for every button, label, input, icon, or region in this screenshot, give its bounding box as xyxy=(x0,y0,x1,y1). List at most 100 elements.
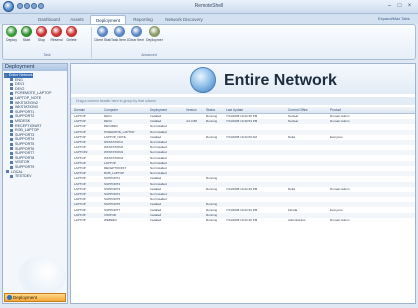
computer-icon xyxy=(10,96,13,100)
stop-icon xyxy=(36,26,47,37)
computer-icon xyxy=(10,174,13,178)
task-item-log-file-button[interactable]: Task Item Log File xyxy=(111,26,128,42)
table-cell-domain: LAPTOP xyxy=(74,218,86,222)
table-cell-deployment: Installed xyxy=(150,218,162,222)
clear-item-log-file-icon xyxy=(131,26,142,37)
ribbon-separator xyxy=(91,27,92,58)
tree-node-label: WKSTATION3 xyxy=(15,105,38,110)
tree-node-label: LAPTOP_NOTE xyxy=(15,96,42,100)
computer-icon xyxy=(10,128,13,132)
tab-dashboard[interactable]: Dashboard xyxy=(34,15,64,24)
table-cell-current-office: Administrator xyxy=(288,218,306,222)
ribbon-button-label: Stop xyxy=(37,38,46,42)
table-row[interactable]: LAPTOP WEBDEV Installed Running 7/14/2008 10… xyxy=(71,218,415,223)
deploy-button[interactable]: Deploy xyxy=(4,26,19,42)
deployment-package-icon xyxy=(149,26,160,37)
ribbon-button-label: Clear Item Log File xyxy=(128,38,145,42)
tab-deployment[interactable]: Deployment xyxy=(90,15,126,24)
app-menu-button[interactable] xyxy=(3,1,14,12)
group-by-bar[interactable]: Drag a column header here to group by th… xyxy=(71,97,415,105)
deploy-icon xyxy=(6,26,17,37)
deployment-nav-button[interactable]: Deployment xyxy=(4,293,66,302)
task-item-log-file-icon xyxy=(114,26,125,37)
tree-node-label: ENG xyxy=(15,77,23,82)
tree-node-label: PCREMOTE_LAPTOP xyxy=(15,91,52,96)
computer-icon xyxy=(10,105,13,109)
network-graphic xyxy=(18,256,66,296)
column-header-deployment[interactable]: Deployment xyxy=(150,107,184,113)
computer-icon xyxy=(10,151,13,155)
tree-node-label: RECEPTIONIST xyxy=(15,123,42,128)
start-button[interactable]: Start xyxy=(19,26,34,42)
start-icon xyxy=(21,26,32,37)
deployment-package-button[interactable]: Deployment Package xyxy=(146,26,163,42)
tree-node-label: SUPPORT8 xyxy=(15,155,35,160)
tab-reporting[interactable]: Reporting xyxy=(128,15,158,24)
computer-icon xyxy=(10,165,13,169)
tree-node-label: DEV1 xyxy=(15,82,25,87)
computer-icon xyxy=(10,87,13,91)
table-cell-computer: WEBDEV xyxy=(104,218,118,222)
column-header-version[interactable]: Version xyxy=(186,107,204,113)
computer-icon xyxy=(10,147,13,151)
quick-access-forward-icon[interactable] xyxy=(24,3,30,9)
tree-node-label: SUPPORT6 xyxy=(15,146,35,151)
quick-access-settings-icon[interactable] xyxy=(38,3,44,9)
stop-button[interactable]: Stop xyxy=(34,26,49,42)
ribbon-button-label: Task Item Log File xyxy=(111,38,128,42)
tree-node-label: DEV2 xyxy=(15,86,25,91)
ribbon-group-task-label: Task xyxy=(43,53,51,57)
computer-icon xyxy=(10,114,13,118)
computer-icon xyxy=(10,137,13,141)
left-panel-title: Deployment xyxy=(3,64,67,71)
computer-icon xyxy=(10,119,13,123)
network-globe-icon xyxy=(190,67,216,93)
table-cell-status: Running xyxy=(206,218,218,222)
tree-node-label: Entire Network xyxy=(9,73,33,77)
delete-button[interactable]: Delete xyxy=(64,26,79,42)
tree-node-label: SUPPORT1 xyxy=(15,109,35,114)
tree-node-label: ROB_LAPTOP xyxy=(15,128,39,133)
column-header-product[interactable]: Product xyxy=(330,107,400,113)
client-status-button[interactable]: Client Status xyxy=(94,26,111,42)
computer-icon xyxy=(10,110,13,114)
column-header-current-office[interactable]: Current Office xyxy=(288,107,328,113)
tree-node-label: WKSTATION2 xyxy=(15,100,38,105)
close-icon[interactable]: × xyxy=(405,2,414,10)
deployment-icon xyxy=(7,295,12,300)
computer-icon xyxy=(10,133,13,137)
tree-node-label: SUPPORT4 xyxy=(15,137,35,142)
computer-icon xyxy=(10,156,13,160)
maximize-icon[interactable]: □ xyxy=(395,2,404,10)
window-title: RemoteShell xyxy=(194,3,224,9)
delete-icon xyxy=(66,26,77,37)
tree-node-label: MSDESK xyxy=(15,119,31,123)
ribbon-button-label: Start xyxy=(22,38,31,42)
ribbon-button-label: Resend xyxy=(50,38,63,42)
quick-access-back-icon[interactable] xyxy=(17,3,23,9)
client-status-icon xyxy=(97,26,108,37)
tree-node[interactable]: TESTDEV xyxy=(10,174,32,179)
tree-node-label: LOCAL xyxy=(11,169,23,174)
tree-node-label: SUPPORT5 xyxy=(15,142,35,146)
resend-icon xyxy=(51,26,62,37)
clear-item-log-file-button[interactable]: Clear Item Log File xyxy=(128,26,145,42)
computer-icon xyxy=(10,78,13,82)
ribbon-group-advanced-label: Advanced xyxy=(141,53,157,57)
ribbon-button-label: Client Status xyxy=(94,38,111,42)
page-title: Entire Network xyxy=(224,72,337,89)
tab-assets[interactable]: Assets xyxy=(66,15,88,24)
resend-button[interactable]: Resend xyxy=(49,26,64,42)
column-header-computer[interactable]: Computer xyxy=(104,107,148,113)
tab-network-discovery[interactable]: Network Discovery xyxy=(160,15,208,24)
tree-node-label: SUPPORT7 xyxy=(15,151,35,156)
column-header-last-update[interactable]: Last Update xyxy=(226,107,286,113)
tree-node-label: VISITOR xyxy=(15,160,30,165)
minimize-icon[interactable]: – xyxy=(385,2,394,10)
computer-icon xyxy=(10,101,13,105)
expand-tabs-link[interactable]: Expand/Max Tabs xyxy=(378,16,416,21)
computer-icon xyxy=(10,82,13,86)
quick-access-refresh-icon[interactable] xyxy=(31,3,37,9)
column-header-domain[interactable]: Domain xyxy=(74,107,102,113)
column-header-status[interactable]: Status xyxy=(206,107,224,113)
